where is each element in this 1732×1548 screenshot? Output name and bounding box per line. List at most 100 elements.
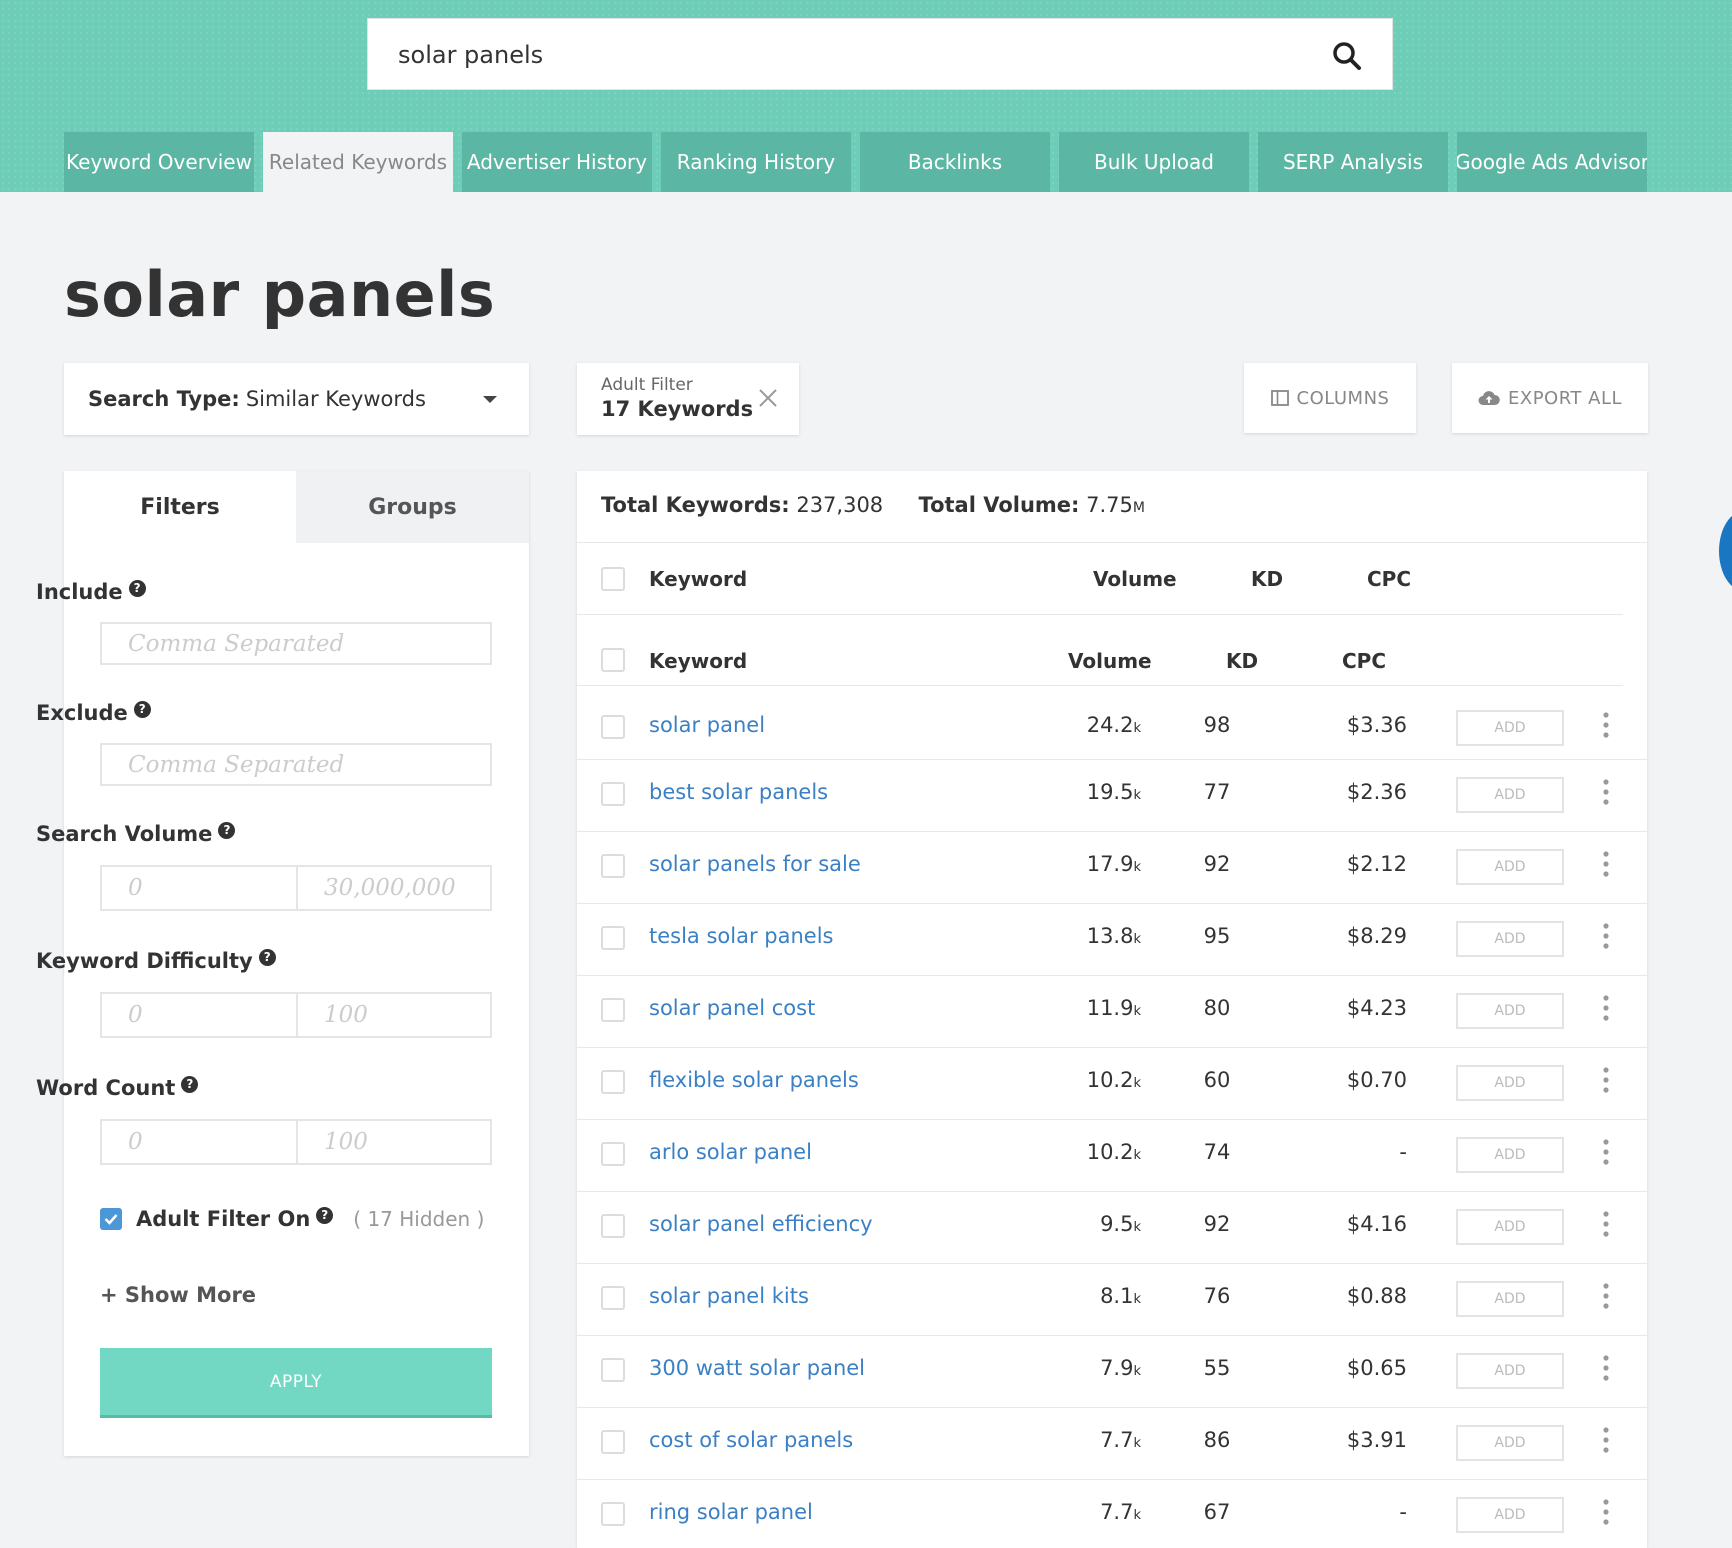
row-checkbox[interactable] bbox=[601, 926, 625, 950]
help-circle-icon[interactable]: ? bbox=[316, 1206, 334, 1224]
tab-bulk-upload[interactable]: Bulk Upload bbox=[1059, 132, 1249, 192]
more-vertical-icon[interactable] bbox=[1601, 1283, 1611, 1309]
add-button[interactable]: ADD bbox=[1456, 921, 1564, 957]
more-vertical-icon[interactable] bbox=[1601, 995, 1611, 1021]
help-circle-icon[interactable]: ? bbox=[218, 821, 236, 839]
add-button[interactable]: ADD bbox=[1456, 1209, 1564, 1245]
word-count-min-input[interactable]: 0 bbox=[102, 1121, 296, 1163]
keyword-difficulty-min-input[interactable]: 0 bbox=[102, 994, 296, 1036]
exclude-input[interactable]: Comma Separated bbox=[100, 743, 492, 786]
help-circle-icon[interactable]: ? bbox=[258, 948, 276, 966]
tab-keyword-overview[interactable]: Keyword Overview bbox=[64, 132, 254, 192]
keyword-link[interactable]: solar panel cost bbox=[649, 996, 815, 1020]
keyword-link[interactable]: solar panel efficiency bbox=[649, 1212, 873, 1236]
col-keyword[interactable]: Keyword bbox=[649, 649, 747, 673]
help-circle-icon[interactable]: ? bbox=[133, 700, 151, 718]
row-checkbox[interactable] bbox=[601, 998, 625, 1022]
tab-google-ads-advisor[interactable]: Google Ads Advisor bbox=[1457, 132, 1647, 192]
search-volume-min-input[interactable]: 0 bbox=[102, 867, 296, 909]
add-button[interactable]: ADD bbox=[1456, 1281, 1564, 1317]
volume-unit: k bbox=[1133, 721, 1141, 736]
col-cpc[interactable]: CPC bbox=[1342, 649, 1386, 673]
include-input[interactable]: Comma Separated bbox=[100, 622, 492, 665]
more-vertical-icon[interactable] bbox=[1601, 779, 1611, 805]
search-volume-max-input[interactable]: 30,000,000 bbox=[296, 867, 490, 909]
close-icon[interactable] bbox=[757, 387, 779, 409]
search-icon[interactable] bbox=[1332, 41, 1362, 71]
more-vertical-icon[interactable] bbox=[1601, 712, 1611, 738]
word-count-max-input[interactable]: 100 bbox=[296, 1121, 490, 1163]
keyword-link[interactable]: solar panels for sale bbox=[649, 852, 861, 876]
table-row: cost of solar panels 7.7k 86 $3.91 ADD bbox=[577, 1407, 1647, 1479]
apply-button[interactable]: APPLY bbox=[100, 1348, 492, 1418]
row-checkbox[interactable] bbox=[601, 782, 625, 806]
row-checkbox[interactable] bbox=[601, 1430, 625, 1454]
help-circle-icon[interactable]: ? bbox=[128, 579, 146, 597]
col-keyword[interactable]: Keyword bbox=[649, 567, 747, 591]
tab-backlinks[interactable]: Backlinks bbox=[860, 132, 1050, 192]
more-vertical-icon[interactable] bbox=[1601, 1355, 1611, 1381]
row-checkbox[interactable] bbox=[601, 1070, 625, 1094]
keyword-link[interactable]: ring solar panel bbox=[649, 1500, 813, 1524]
chat-widget-button[interactable] bbox=[1719, 511, 1732, 591]
adult-filter-checkbox[interactable] bbox=[100, 1208, 122, 1230]
add-button[interactable]: ADD bbox=[1456, 1353, 1564, 1389]
keyword-difficulty-max-input[interactable]: 100 bbox=[296, 994, 490, 1036]
add-button[interactable]: ADD bbox=[1456, 1497, 1564, 1533]
add-button[interactable]: ADD bbox=[1456, 1425, 1564, 1461]
more-vertical-icon[interactable] bbox=[1601, 923, 1611, 949]
tab-related-keywords[interactable]: Related Keywords bbox=[263, 132, 453, 192]
keyword-link[interactable]: tesla solar panels bbox=[649, 924, 833, 948]
tab-serp-analysis[interactable]: SERP Analysis bbox=[1258, 132, 1448, 192]
show-more-link[interactable]: + Show More bbox=[100, 1283, 256, 1307]
keyword-link[interactable]: solar panel kits bbox=[649, 1284, 809, 1308]
add-button[interactable]: ADD bbox=[1456, 993, 1564, 1029]
row-checkbox[interactable] bbox=[601, 1358, 625, 1382]
search-input[interactable]: solar panels bbox=[398, 41, 543, 69]
more-vertical-icon[interactable] bbox=[1601, 1211, 1611, 1237]
search-bar[interactable]: solar panels bbox=[367, 18, 1393, 90]
more-vertical-icon[interactable] bbox=[1601, 1139, 1611, 1165]
row-checkbox[interactable] bbox=[601, 1142, 625, 1166]
more-vertical-icon[interactable] bbox=[1601, 1499, 1611, 1525]
col-kd[interactable]: KD bbox=[1226, 649, 1258, 673]
add-button[interactable]: ADD bbox=[1456, 710, 1564, 746]
add-button[interactable]: ADD bbox=[1456, 849, 1564, 885]
include-label-text: Include bbox=[36, 580, 123, 604]
keyword-link[interactable]: arlo solar panel bbox=[649, 1140, 812, 1164]
volume-unit: k bbox=[1133, 1004, 1141, 1019]
kd-cell: 98 bbox=[1203, 713, 1231, 737]
col-cpc[interactable]: CPC bbox=[1367, 567, 1411, 591]
add-button[interactable]: ADD bbox=[1456, 1137, 1564, 1173]
tab-filters[interactable]: Filters bbox=[64, 471, 296, 543]
row-checkbox[interactable] bbox=[601, 1286, 625, 1310]
more-vertical-icon[interactable] bbox=[1601, 1427, 1611, 1453]
col-kd[interactable]: KD bbox=[1251, 567, 1283, 591]
keyword-link[interactable]: cost of solar panels bbox=[649, 1428, 853, 1452]
search-type-dropdown[interactable]: Search Type: Similar Keywords bbox=[64, 363, 529, 435]
row-checkbox[interactable] bbox=[601, 1502, 625, 1526]
row-checkbox[interactable] bbox=[601, 854, 625, 878]
keyword-link[interactable]: best solar panels bbox=[649, 780, 828, 804]
export-all-button[interactable]: EXPORT ALL bbox=[1452, 363, 1648, 433]
kd-cell: 60 bbox=[1203, 1068, 1231, 1092]
tab-ranking-history[interactable]: Ranking History bbox=[661, 132, 851, 192]
keyword-link[interactable]: flexible solar panels bbox=[649, 1068, 859, 1092]
more-vertical-icon[interactable] bbox=[1601, 851, 1611, 877]
tab-groups[interactable]: Groups bbox=[296, 471, 529, 543]
select-all-checkbox[interactable] bbox=[601, 648, 625, 672]
columns-button[interactable]: COLUMNS bbox=[1244, 363, 1416, 433]
row-checkbox[interactable] bbox=[601, 1214, 625, 1238]
help-circle-icon[interactable]: ? bbox=[181, 1075, 199, 1093]
add-button[interactable]: ADD bbox=[1456, 777, 1564, 813]
add-button[interactable]: ADD bbox=[1456, 1065, 1564, 1101]
col-volume[interactable]: Volume bbox=[1093, 567, 1177, 591]
col-volume[interactable]: Volume bbox=[1068, 649, 1152, 673]
row-checkbox[interactable] bbox=[601, 715, 625, 739]
tab-advertiser-history[interactable]: Advertiser History bbox=[462, 132, 652, 192]
select-all-checkbox[interactable] bbox=[601, 567, 625, 591]
more-vertical-icon[interactable] bbox=[1601, 1067, 1611, 1093]
keyword-link[interactable]: 300 watt solar panel bbox=[649, 1356, 865, 1380]
cpc-cell: - bbox=[1399, 1140, 1407, 1164]
keyword-link[interactable]: solar panel bbox=[649, 713, 765, 737]
